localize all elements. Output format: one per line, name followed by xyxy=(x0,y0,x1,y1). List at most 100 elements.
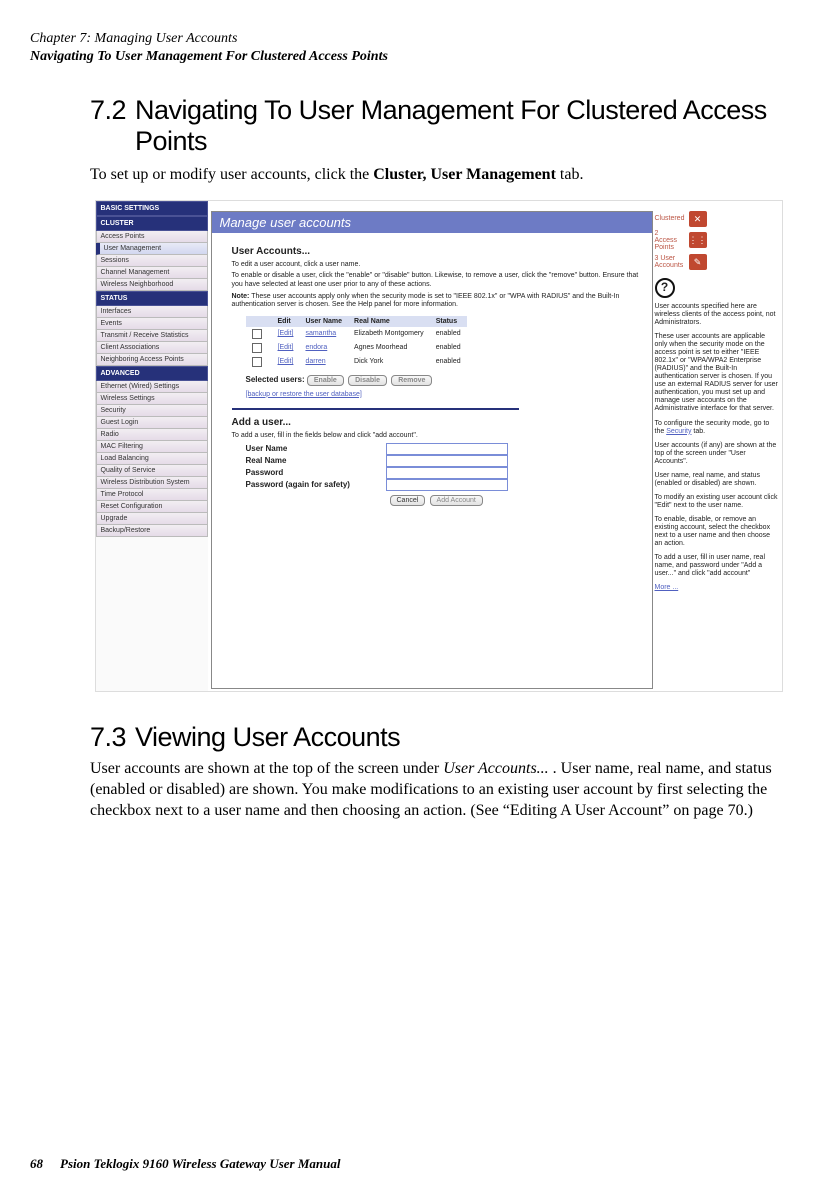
password-input[interactable] xyxy=(386,467,508,479)
sidebar-item[interactable]: Sessions xyxy=(96,255,208,267)
sidebar-head: STATUS xyxy=(96,291,208,306)
realname-cell: Agnes Moorhead xyxy=(348,341,430,355)
sidebar-head: BASIC SETTINGS xyxy=(96,201,208,216)
sidebar-item[interactable]: MAC Filtering xyxy=(96,441,208,453)
cluster-badge: Clustered✕ xyxy=(655,211,780,227)
cluster-badge: 3 UserAccounts✎ xyxy=(655,254,780,270)
sidebar-item[interactable]: Client Associations xyxy=(96,342,208,354)
sidebar-head: CLUSTER xyxy=(96,216,208,231)
row-checkbox[interactable] xyxy=(252,343,262,353)
status-cell: enabled xyxy=(430,341,467,355)
edit-instruction: To edit a user account, click a user nam… xyxy=(232,261,642,269)
password2-label: Password (again for safety) xyxy=(246,480,386,489)
remove-button[interactable]: Remove xyxy=(391,375,432,386)
section-7-2-body-tail: tab. xyxy=(556,166,584,183)
backup-restore-link[interactable]: [backup or restore the user database] xyxy=(246,391,362,398)
section-7-2-body: To set up or modify user accounts, click… xyxy=(90,165,787,186)
help-security-line: To configure the security mode, go to th… xyxy=(655,420,780,436)
sidebar-item[interactable]: Interfaces xyxy=(96,306,208,318)
sidebar-item[interactable]: Security xyxy=(96,405,208,417)
sidebar-item[interactable]: Transmit / Receive Statistics xyxy=(96,330,208,342)
sidebar-item[interactable]: Wireless Distribution System xyxy=(96,477,208,489)
edit-link[interactable]: [Edit] xyxy=(278,330,294,337)
header-chapter: Chapter 7: Managing User Accounts xyxy=(30,30,787,48)
sidebar-item[interactable]: Wireless Settings xyxy=(96,393,208,405)
more-link[interactable]: More ... xyxy=(655,584,679,591)
note-label: Note: xyxy=(232,293,250,300)
username-input[interactable] xyxy=(386,443,508,455)
sidebar-item[interactable]: Quality of Service xyxy=(96,465,208,477)
add-account-button[interactable]: Add Account xyxy=(430,495,483,506)
sidebar-item[interactable]: Ethernet (Wired) Settings xyxy=(96,381,208,393)
badge-icon: ✎ xyxy=(689,254,707,270)
password-label: Password xyxy=(246,468,386,477)
help-paragraph: To modify an existing user account click… xyxy=(655,494,780,510)
table-row: [Edit]darrenDick Yorkenabled xyxy=(246,355,467,369)
section-7-3-title: 7.3Viewing User Accounts xyxy=(90,722,787,753)
help-icon[interactable]: ? xyxy=(655,278,675,298)
badge-icon: ⋮⋮ xyxy=(689,232,707,248)
sidebar-item[interactable]: Guest Login xyxy=(96,417,208,429)
sidebar-item[interactable]: Load Balancing xyxy=(96,453,208,465)
password2-input[interactable] xyxy=(386,479,508,491)
main-panel: Manage user accounts User Accounts... To… xyxy=(211,211,653,689)
admin-ui-screenshot: BASIC SETTINGSCLUSTERAccess PointsUser M… xyxy=(95,200,783,692)
row-checkbox[interactable] xyxy=(252,357,262,367)
help-paragraph: To add a user, fill in user name, real n… xyxy=(655,554,780,578)
running-header: Chapter 7: Managing User Accounts Naviga… xyxy=(30,30,787,65)
disable-button[interactable]: Disable xyxy=(348,375,387,386)
cluster-badge: 2Access Points⋮⋮ xyxy=(655,230,780,251)
section-7-2-title: 7.2Navigating To User Management For Clu… xyxy=(90,95,787,157)
selected-users-label: Selected users: xyxy=(246,375,305,384)
edit-link[interactable]: [Edit] xyxy=(278,358,294,365)
user-table-header: User Name xyxy=(299,316,348,327)
content-area: User Accounts... To edit a user account,… xyxy=(212,233,652,512)
sidebar-nav: BASIC SETTINGSCLUSTERAccess PointsUser M… xyxy=(96,201,208,691)
user-accounts-heading: User Accounts... xyxy=(232,246,642,257)
realname-input[interactable] xyxy=(386,455,508,467)
help-paragraph: To enable, disable, or remove an existin… xyxy=(655,516,780,548)
sidebar-item[interactable]: Time Protocol xyxy=(96,489,208,501)
footer-text: Psion Teklogix 9160 Wireless Gateway Use… xyxy=(60,1156,340,1171)
sidebar-head: ADVANCED xyxy=(96,366,208,381)
sidebar-item[interactable]: Upgrade xyxy=(96,513,208,525)
section-7-2-text: Navigating To User Management For Cluste… xyxy=(135,95,782,157)
sidebar-item[interactable]: User Management xyxy=(96,243,208,255)
help-paragraph: User accounts (if any) are shown at the … xyxy=(655,442,780,466)
status-cell: enabled xyxy=(430,327,467,341)
header-section: Navigating To User Management For Cluste… xyxy=(30,48,787,66)
add-user-heading: Add a user... xyxy=(232,417,642,428)
username-link[interactable]: darren xyxy=(305,358,325,365)
sidebar-item[interactable]: Backup/Restore xyxy=(96,525,208,537)
table-row: [Edit] samantha Elizabeth Montgomeryenable… xyxy=(246,327,467,341)
badge-icon: ✕ xyxy=(689,211,707,227)
sidebar-item[interactable]: Neighboring Access Points xyxy=(96,354,208,366)
user-table-header: Real Name xyxy=(348,316,430,327)
edit-link[interactable]: [Edit] xyxy=(278,344,294,351)
cancel-button[interactable]: Cancel xyxy=(390,495,426,506)
help-text: User accounts specified here are wireles… xyxy=(655,303,780,592)
enable-button[interactable]: Enable xyxy=(307,375,344,386)
row-checkbox[interactable] xyxy=(252,329,262,339)
section-7-3-body-italic: User Accounts... xyxy=(443,760,548,777)
user-table: EditUser NameReal NameStatus[Edit]samant… xyxy=(246,316,467,369)
sidebar-item[interactable]: Access Points xyxy=(96,231,208,243)
page-banner: Manage user accounts xyxy=(212,212,652,233)
security-link[interactable]: Security xyxy=(666,428,691,435)
sidebar-item[interactable]: Reset Configuration xyxy=(96,501,208,513)
username-link[interactable]: endora xyxy=(305,344,327,351)
username-link[interactable]: samantha xyxy=(305,330,336,337)
section-7-3-body: User accounts are shown at the top of th… xyxy=(90,759,787,821)
section-7-2-number: 7.2 xyxy=(90,95,135,126)
sidebar-item[interactable]: Events xyxy=(96,318,208,330)
right-panel: Clustered✕ 2Access Points⋮⋮ 3 UserAccounts… xyxy=(655,211,780,689)
add-user-instruction: To add a user, fill in the fields below … xyxy=(232,432,642,440)
realname-cell: Elizabeth Montgomery xyxy=(348,327,430,341)
sidebar-item[interactable]: Channel Management xyxy=(96,267,208,279)
sidebar-item[interactable]: Wireless Neighborhood xyxy=(96,279,208,291)
note: Note: These user accounts apply only whe… xyxy=(232,293,642,310)
sidebar-item[interactable]: Radio xyxy=(96,429,208,441)
note-text: These user accounts apply only when the … xyxy=(232,293,620,308)
username-label: User Name xyxy=(246,444,386,453)
status-cell: enabled xyxy=(430,355,467,369)
